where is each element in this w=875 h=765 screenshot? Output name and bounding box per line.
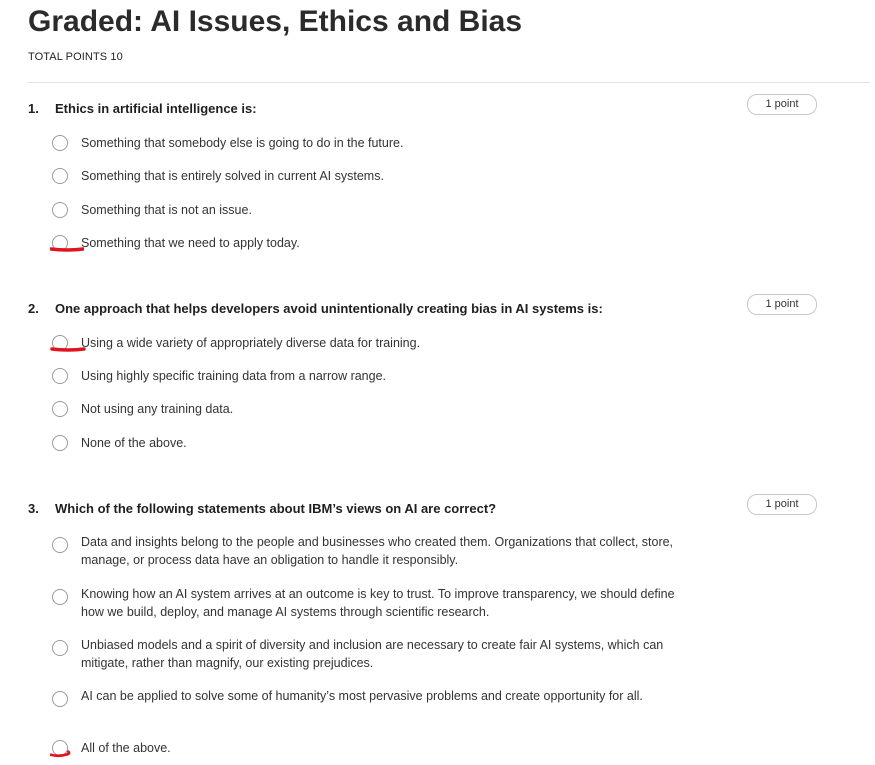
answer-option-label: Data and insights belong to the people a… — [81, 535, 674, 567]
radio-button[interactable] — [52, 691, 68, 707]
answer-option-label: Not using any training data. — [81, 402, 234, 416]
radio-button[interactable] — [52, 368, 68, 384]
question-text: Ethics in artificial intelligence is: — [55, 101, 257, 116]
answer-option-label: AI can be applied to solve some of human… — [81, 689, 643, 703]
answer-option-label: All of the above. — [81, 741, 171, 755]
question-text: Which of the following statements about … — [55, 501, 497, 516]
radio-button[interactable] — [52, 589, 68, 605]
points-badge: 1 point — [747, 94, 817, 115]
answer-option-label: Using a wide variety of appropriately di… — [81, 336, 421, 350]
radio-button[interactable] — [52, 135, 68, 151]
answer-option-label: Something that is entirely solved in cur… — [81, 169, 384, 183]
question-text: One approach that helps developers avoid… — [55, 301, 603, 316]
answer-option-label: Something that somebody else is going to… — [81, 136, 404, 150]
answer-option-label: Unbiased models and a spirit of diversit… — [81, 638, 664, 670]
header-divider — [28, 82, 870, 83]
question-number: 2. — [28, 301, 39, 316]
radio-button[interactable] — [52, 202, 68, 218]
answer-option-label: Something that is not an issue. — [81, 203, 252, 217]
points-badge: 1 point — [747, 494, 817, 515]
red-underline-mark — [50, 247, 84, 252]
points-badge: 1 point — [747, 294, 817, 315]
radio-button[interactable] — [52, 401, 68, 417]
answer-option-label: Something that we need to apply today. — [81, 236, 300, 250]
answer-option-label: None of the above. — [81, 436, 187, 450]
radio-button[interactable] — [52, 168, 68, 184]
answer-option-label: Knowing how an AI system arrives at an o… — [81, 587, 675, 619]
answer-option-label: Using highly specific training data from… — [81, 369, 387, 383]
radio-button[interactable] — [52, 640, 68, 656]
question-number: 1. — [28, 101, 39, 116]
radio-button[interactable] — [52, 537, 68, 553]
radio-button[interactable] — [52, 435, 68, 451]
page-title: Graded: AI Issues, Ethics and Bias — [28, 5, 523, 38]
total-points-label: TOTAL POINTS 10 — [28, 51, 123, 63]
red-underline-mark — [50, 750, 71, 758]
red-underline-mark — [50, 347, 86, 352]
question-number: 3. — [28, 501, 39, 516]
